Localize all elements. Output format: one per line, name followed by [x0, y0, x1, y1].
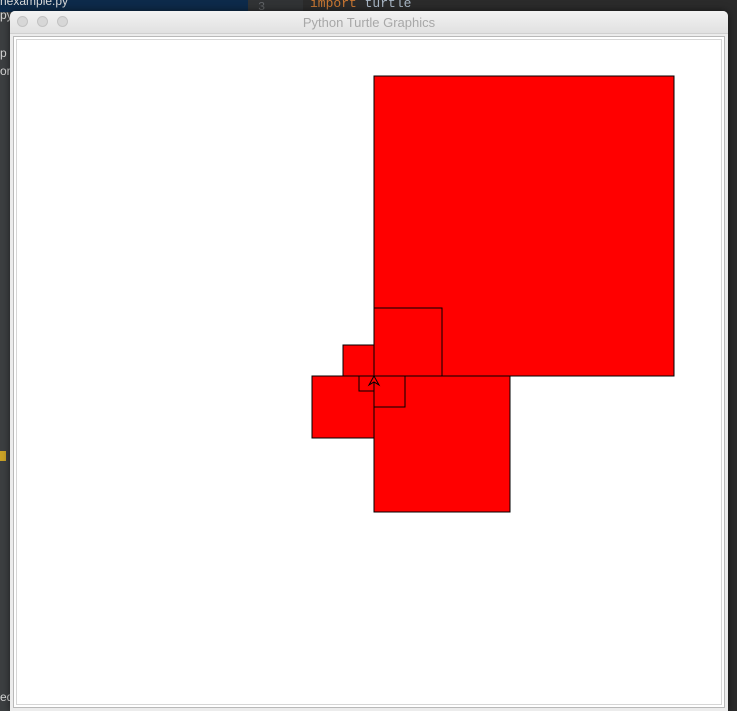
sidebar-file-item[interactable]: nexample.py: [0, 0, 68, 8]
upper-small-square-outline: [373, 307, 443, 377]
sidebar-file-item[interactable]: p: [0, 46, 7, 60]
code-line[interactable]: import turtle: [310, 0, 411, 11]
window-titlebar[interactable]: Python Turtle Graphics: [10, 11, 728, 34]
turtle-graphics-window: Python Turtle Graphics: [10, 11, 728, 711]
canvas-frame: [13, 36, 725, 708]
tiny-left-square: [342, 344, 375, 377]
warning-marker-icon: [0, 451, 6, 461]
tiny-right-square: [373, 375, 406, 408]
window-title: Python Turtle Graphics: [302, 15, 436, 30]
code-module: turtle: [364, 0, 412, 11]
turtle-drawing: [311, 75, 675, 513]
turtle-canvas-area[interactable]: [16, 39, 722, 705]
code-keyword: import: [310, 0, 357, 11]
